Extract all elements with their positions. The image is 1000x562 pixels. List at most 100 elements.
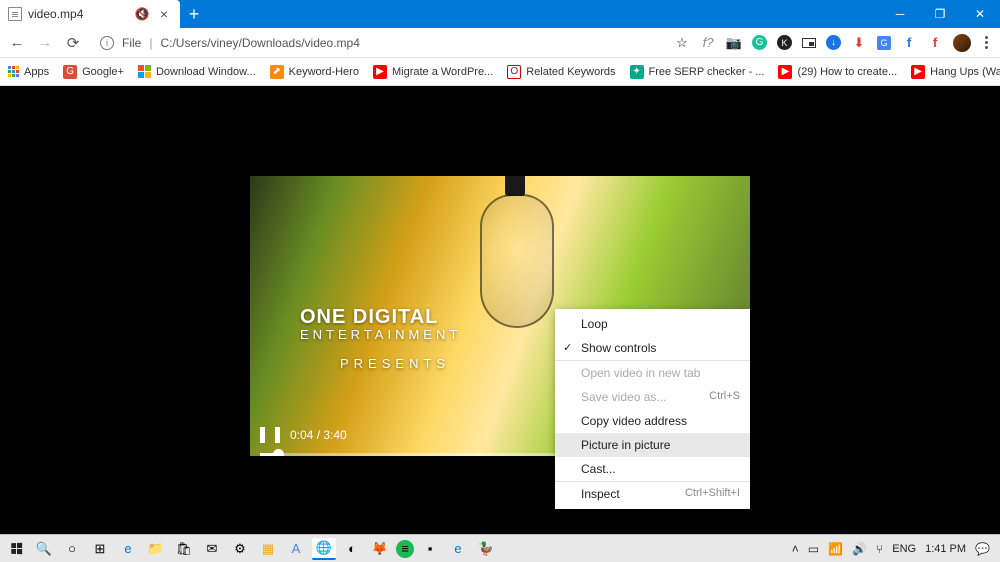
- camera-icon[interactable]: 📷: [726, 35, 742, 51]
- ext-icon-2[interactable]: ⬇: [851, 35, 867, 51]
- bookmark-icon: ▶: [778, 65, 792, 79]
- context-menu-label: Show controls: [581, 341, 656, 355]
- context-menu-label: Picture in picture: [581, 438, 670, 452]
- tb-icon-2[interactable]: A: [284, 538, 308, 560]
- system-tray[interactable]: ˄ ▭ 📶 🔊 ⑂ ENG 1:41 PM 💬: [792, 542, 996, 556]
- wifi-icon[interactable]: 📶: [828, 542, 843, 556]
- new-tab-button[interactable]: +: [180, 0, 208, 28]
- pause-button[interactable]: [260, 427, 280, 443]
- star-icon[interactable]: ☆: [674, 35, 690, 51]
- url-path: C:/Users/viney/Downloads/video.mp4: [160, 36, 359, 50]
- bookmark-item[interactable]: ▶Migrate a WordPre...: [373, 65, 493, 79]
- tb-icon-3[interactable]: ◐: [340, 538, 364, 560]
- url-separator: |: [149, 36, 152, 50]
- clock[interactable]: 1:41 PM: [925, 543, 966, 555]
- edge-legacy-icon[interactable]: e: [446, 538, 470, 560]
- mute-icon[interactable]: 🔇: [135, 7, 150, 21]
- tb-icon-5[interactable]: 🦆: [474, 538, 498, 560]
- ext-icon-1[interactable]: K: [777, 35, 792, 50]
- context-menu-item[interactable]: Copy video address: [555, 409, 750, 433]
- notifications-icon[interactable]: 💬: [975, 542, 990, 556]
- pip-icon[interactable]: [802, 38, 816, 48]
- bookmark-label: Hang Ups (Want Yo...: [930, 66, 1000, 78]
- battery-icon[interactable]: ▭: [808, 542, 819, 556]
- context-menu-label: Copy video address: [581, 414, 687, 428]
- bookmark-icon: G: [63, 65, 77, 79]
- bookmark-label: Download Window...: [156, 66, 256, 78]
- bookmark-item[interactable]: ▶ (29) How to create...: [778, 65, 897, 79]
- bookmark-item[interactable]: ORelated Keywords: [507, 65, 615, 79]
- context-menu-shortcut: Ctrl+S: [709, 390, 740, 404]
- bookmark-item[interactable]: Download Window...: [138, 65, 256, 78]
- close-tab-icon[interactable]: ×: [156, 6, 172, 22]
- context-menu-item[interactable]: Cast...: [555, 457, 750, 481]
- overlay-line1: ONE DIGITAL: [300, 306, 461, 329]
- cortana-icon[interactable]: ○: [60, 538, 84, 560]
- bookmarks-bar: Apps G Google+ Download Window... ⬈Keyword-H…: [0, 58, 1000, 86]
- tab-title: video.mp4: [28, 7, 83, 21]
- bookmark-item[interactable]: ⬈Keyword-Hero: [270, 65, 359, 79]
- context-menu-item: Open video in new tab: [555, 360, 750, 385]
- context-menu-item: Save video as... Ctrl+S: [555, 385, 750, 409]
- maximize-button[interactable]: ❐: [920, 0, 960, 28]
- bookmark-item[interactable]: Apps: [8, 66, 49, 78]
- info-icon[interactable]: i: [100, 36, 114, 50]
- facebook-icon[interactable]: f: [901, 35, 917, 51]
- bookmark-label: Free SERP checker - ...: [649, 66, 765, 78]
- taskbar: 🔍 ○ ⊞ e 📁 🛍 ✉ ⚙ ▦ A 🌐 ◐ 🦊 ≡ ▪ e 🦆 ˄ ▭ 📶 …: [0, 534, 1000, 562]
- bookmark-icon: ✦: [630, 65, 644, 79]
- close-window-button[interactable]: ✕: [960, 0, 1000, 28]
- context-menu-item[interactable]: InspectCtrl+Shift+I: [555, 481, 750, 506]
- download-icon[interactable]: ↓: [826, 35, 841, 50]
- search-icon[interactable]: 🔍: [32, 538, 56, 560]
- explorer-icon[interactable]: 📁: [144, 538, 168, 560]
- video-frame-bulb: [470, 176, 560, 356]
- bookmark-icon: [8, 66, 19, 77]
- bookmark-icon: ▶: [911, 65, 925, 79]
- menu-button[interactable]: [981, 36, 992, 49]
- ext-icon-3[interactable]: G: [877, 36, 891, 50]
- usb-icon[interactable]: ⑂: [876, 542, 883, 556]
- profile-avatar[interactable]: [953, 34, 971, 52]
- bookmark-item[interactable]: ✦ Free SERP checker - ...: [630, 65, 765, 79]
- chrome-icon[interactable]: 🌐: [312, 538, 336, 560]
- bookmark-item[interactable]: G Google+: [63, 65, 124, 79]
- context-menu-label: Inspect: [581, 487, 620, 501]
- tb-icon-4[interactable]: ▪: [418, 538, 442, 560]
- context-menu-item[interactable]: Show controls: [555, 336, 750, 360]
- firefox-icon[interactable]: 🦊: [368, 538, 392, 560]
- context-menu-label: Open video in new tab: [581, 366, 700, 380]
- bookmark-icon: O: [507, 65, 521, 79]
- file-icon: [8, 7, 22, 21]
- grammarly-icon[interactable]: G: [752, 35, 767, 50]
- titlebar: video.mp4 🔇 × + ─ ❐ ✕: [0, 0, 1000, 28]
- taskview-icon[interactable]: ⊞: [88, 538, 112, 560]
- feed-icon[interactable]: f?: [700, 35, 716, 51]
- context-menu-label: Loop: [581, 317, 608, 331]
- forward-button[interactable]: →: [36, 34, 54, 52]
- tray-chevron-icon[interactable]: ˄: [792, 542, 799, 556]
- reload-button[interactable]: ⟳: [64, 34, 82, 52]
- mail-icon[interactable]: ✉: [200, 538, 224, 560]
- edge-icon[interactable]: e: [116, 538, 140, 560]
- video-time: 0:04 / 3:40: [290, 428, 347, 442]
- start-button[interactable]: [4, 538, 28, 560]
- tb-icon-1[interactable]: ▦: [256, 538, 280, 560]
- context-menu-item[interactable]: Loop: [555, 312, 750, 336]
- context-menu-label: Save video as...: [581, 390, 666, 404]
- minimize-button[interactable]: ─: [880, 0, 920, 28]
- store-icon[interactable]: 🛍: [172, 538, 196, 560]
- sound-icon[interactable]: 🔊: [852, 542, 867, 556]
- browser-tab[interactable]: video.mp4 🔇 ×: [0, 0, 180, 28]
- lang-indicator[interactable]: ENG: [892, 543, 916, 555]
- url-box[interactable]: i File | C:/Users/viney/Downloads/video.…: [92, 36, 664, 50]
- back-button[interactable]: ←: [8, 34, 26, 52]
- bookmark-label: (29) How to create...: [797, 66, 897, 78]
- bookmark-item[interactable]: ▶ Hang Ups (Want Yo...: [911, 65, 1000, 79]
- spotify-icon[interactable]: ≡: [396, 540, 414, 558]
- bookmark-icon: ▶: [373, 65, 387, 79]
- ext-icon-4[interactable]: f: [927, 35, 943, 51]
- bookmark-label: Google+: [82, 66, 124, 78]
- settings-icon[interactable]: ⚙: [228, 538, 252, 560]
- context-menu-item[interactable]: Picture in picture: [555, 433, 750, 457]
